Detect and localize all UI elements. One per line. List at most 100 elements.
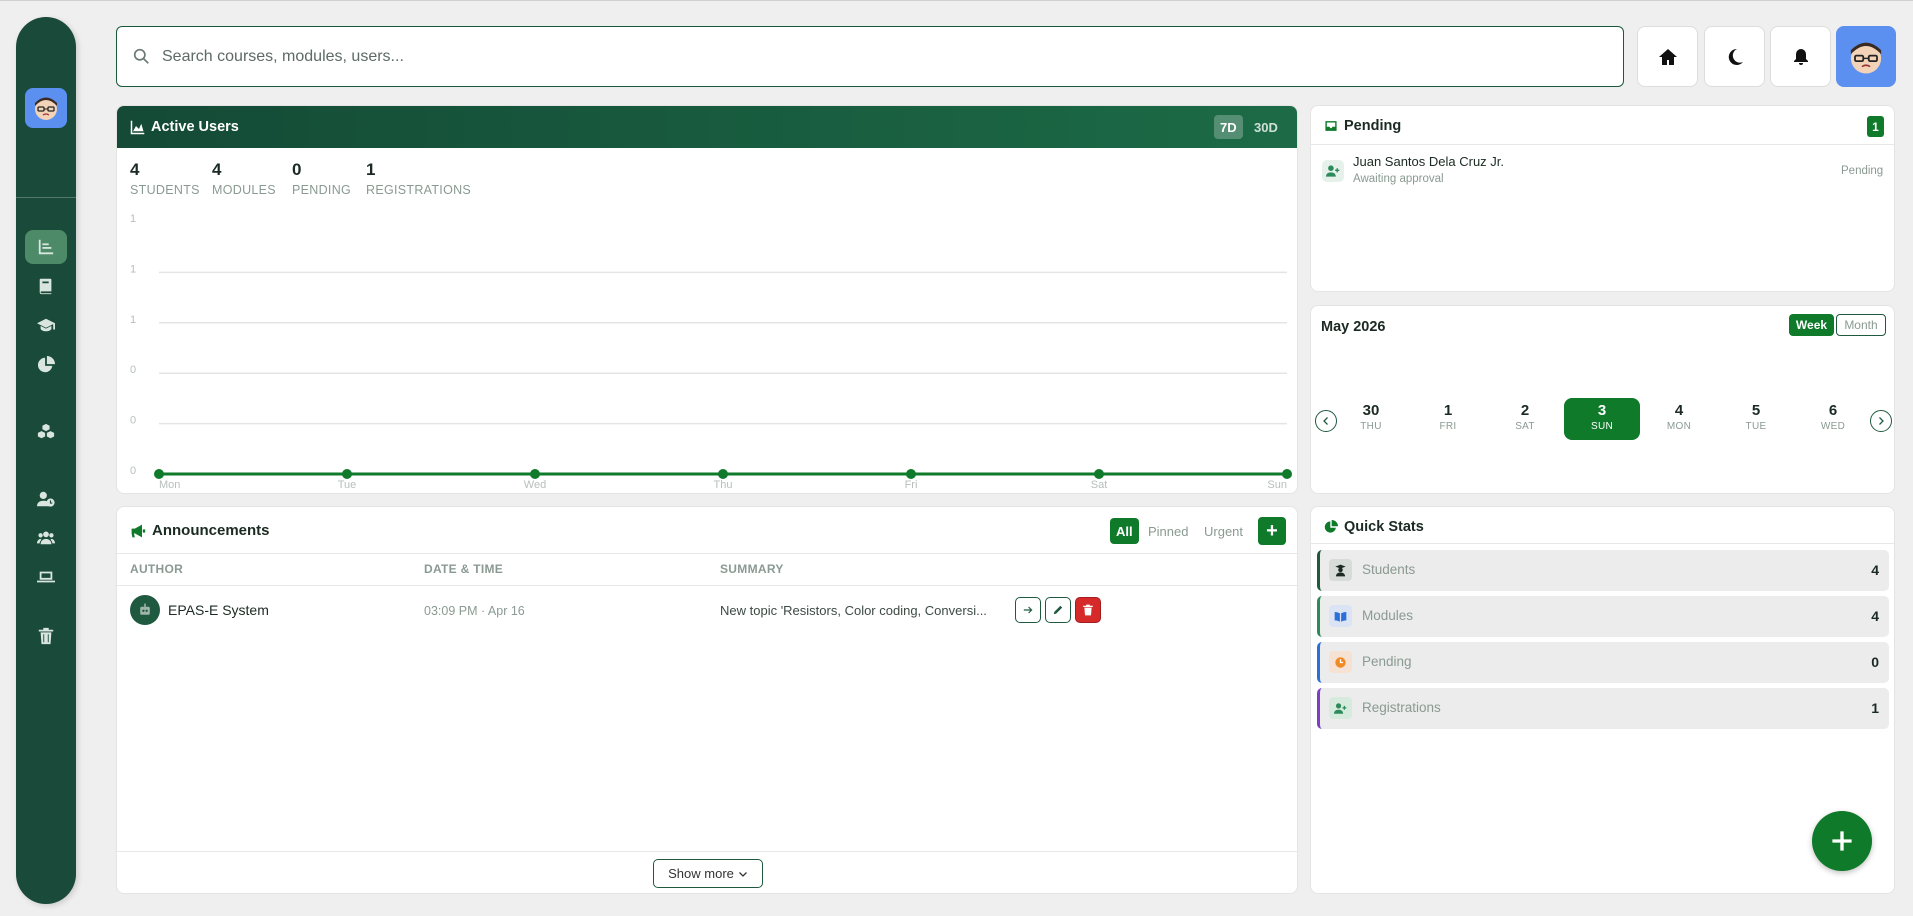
announcements-header: Announcements <box>130 522 270 539</box>
divider <box>117 585 1297 586</box>
day-number: 3 <box>1597 402 1607 419</box>
search-input[interactable] <box>162 47 1562 66</box>
day-weekday: THU <box>1360 421 1382 432</box>
user-avatar-button[interactable] <box>1836 26 1896 87</box>
view-button[interactable] <box>1015 597 1041 623</box>
quick-stat-registrations[interactable]: Registrations 1 <box>1317 688 1889 729</box>
sidebar-item-trash[interactable] <box>25 619 67 653</box>
day-number: 6 <box>1828 402 1838 419</box>
sidebar-item-reports[interactable] <box>25 348 67 382</box>
data-point[interactable] <box>342 469 352 479</box>
author-avatar <box>130 595 160 625</box>
calendar-day[interactable]: 30 THU <box>1333 398 1409 440</box>
sidebar-item-resources[interactable] <box>25 415 67 449</box>
sidebar-item-modules[interactable] <box>25 269 67 303</box>
sidebar-item-users[interactable] <box>25 521 67 555</box>
active-users-chart: 1 1 1 0 0 0 Mon Tue Wed Thu Fri Sat Sun <box>130 213 1292 491</box>
sidebar-item-approvals[interactable] <box>25 482 67 516</box>
y-tick-label: 1 <box>130 213 136 225</box>
pending-user-subtitle: Awaiting approval <box>1353 173 1444 185</box>
cubes-icon <box>37 423 55 439</box>
data-point[interactable] <box>1282 469 1292 479</box>
month-view-button[interactable]: Month <box>1836 314 1886 336</box>
week-view-button[interactable]: Week <box>1789 314 1834 336</box>
y-tick-label: 0 <box>130 415 136 427</box>
quick-stat-pending[interactable]: Pending 0 <box>1317 642 1889 683</box>
day-number: 5 <box>1751 402 1761 419</box>
chevron-right-icon <box>1879 417 1884 425</box>
sidebar-item-analytics[interactable] <box>25 230 67 264</box>
day-number: 30 <box>1362 402 1380 419</box>
add-announcement-button[interactable]: + <box>1258 517 1286 545</box>
divider <box>117 851 1297 852</box>
calendar-day[interactable]: 2 SAT <box>1487 398 1563 440</box>
x-tick-label: Thu <box>714 479 733 491</box>
calendar-day[interactable]: 6 WED <box>1795 398 1871 440</box>
next-week-button[interactable] <box>1870 410 1892 432</box>
calendar-day[interactable]: 4 MON <box>1641 398 1717 440</box>
search-bar[interactable] <box>116 26 1624 87</box>
quick-stat-modules[interactable]: Modules 4 <box>1317 596 1889 637</box>
pending-user-name: Juan Santos Dela Cruz Jr. <box>1353 154 1505 169</box>
user-plus-icon <box>1322 160 1344 182</box>
calendar-card: May 2026 Week Month 30 THU 1 FRI 2 SAT 3 SUN 4 MO… <box>1310 305 1895 494</box>
y-tick-label: 1 <box>130 263 136 275</box>
megaphone-icon <box>131 524 146 537</box>
quick-stats-card: Quick Stats Students 4 Modules 4 Pending… <box>1310 506 1895 894</box>
pie-chart-icon <box>1324 520 1338 533</box>
sidebar-avatar[interactable] <box>25 88 67 128</box>
pencil-icon <box>1053 605 1063 615</box>
book-icon <box>39 278 52 295</box>
data-point[interactable] <box>530 469 540 479</box>
filter-pinned[interactable]: Pinned <box>1142 518 1194 544</box>
clock-icon <box>1329 651 1352 673</box>
pending-title: Pending <box>1344 118 1402 134</box>
theme-toggle-button[interactable] <box>1704 26 1765 87</box>
quick-stat-label: Modules <box>1362 608 1414 623</box>
chart-icon <box>38 239 54 255</box>
chevron-left-icon <box>1323 417 1328 425</box>
pending-status: Pending <box>1841 165 1884 177</box>
data-point[interactable] <box>718 469 728 479</box>
calendar-day[interactable]: 5 TUE <box>1718 398 1794 440</box>
plus-icon: + <box>1266 519 1278 542</box>
y-tick-label: 1 <box>130 314 136 326</box>
home-button[interactable] <box>1637 26 1698 87</box>
divider <box>1311 543 1894 544</box>
sidebar-item-devices[interactable] <box>25 560 67 594</box>
announcements-card: Announcements All Pinned Urgent + AUTHOR… <box>116 506 1298 894</box>
notifications-button[interactable] <box>1770 26 1831 87</box>
search-icon <box>133 48 149 64</box>
users-icon <box>37 531 55 545</box>
quick-stat-students[interactable]: Students 4 <box>1317 550 1889 591</box>
user-clock-icon <box>37 491 55 507</box>
divider <box>117 553 1297 554</box>
trash-icon <box>1083 604 1093 616</box>
show-more-button[interactable]: Show more <box>653 859 763 888</box>
edit-button[interactable] <box>1045 597 1071 623</box>
pending-count-badge: 1 <box>1867 116 1884 137</box>
day-weekday: FRI <box>1439 421 1457 432</box>
filter-urgent[interactable]: Urgent <box>1198 518 1249 544</box>
filter-all[interactable]: All <box>1110 518 1139 544</box>
calendar-day[interactable]: 3 SUN <box>1564 398 1640 440</box>
x-tick-label: Mon <box>159 479 180 491</box>
data-point[interactable] <box>1094 469 1104 479</box>
calendar-day[interactable]: 1 FRI <box>1410 398 1486 440</box>
data-point[interactable] <box>906 469 916 479</box>
book-open-icon <box>1329 605 1352 627</box>
column-summary: SUMMARY <box>720 562 784 576</box>
robot-icon <box>140 603 150 615</box>
data-point[interactable] <box>154 469 164 479</box>
avatar-icon <box>1850 42 1882 73</box>
divider <box>1311 144 1894 145</box>
trash-icon <box>38 627 54 645</box>
day-weekday: TUE <box>1745 421 1767 432</box>
floating-add-button[interactable] <box>1812 811 1872 871</box>
calendar-title: May 2026 <box>1321 319 1386 335</box>
avatar-icon <box>35 97 57 120</box>
pending-card: Pending 1 Juan Santos Dela Cruz Jr. Awai… <box>1310 105 1895 292</box>
delete-button[interactable] <box>1075 597 1101 623</box>
sidebar-item-courses[interactable] <box>25 308 67 342</box>
day-weekday: SAT <box>1515 421 1535 432</box>
